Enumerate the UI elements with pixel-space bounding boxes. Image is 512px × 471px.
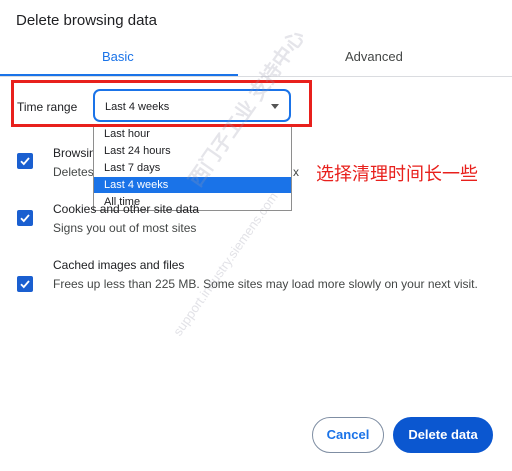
cache-title: Cached images and files: [53, 258, 185, 272]
browsing-history-desc: Deletes history and autocomplete in sear…: [53, 165, 93, 179]
time-range-selected-value: Last 4 weeks: [105, 101, 170, 113]
cancel-button[interactable]: Cancel: [312, 417, 384, 453]
browsing-history-checkbox[interactable]: [17, 153, 33, 169]
dropdown-arrow-icon: [271, 104, 279, 109]
time-range-option-last-hour[interactable]: Last hour: [94, 126, 291, 142]
cache-desc: Frees up less than 225 MB. Some sites ma…: [53, 277, 478, 291]
browsing-history-title: Browsing history: [53, 146, 93, 160]
cache-checkbox[interactable]: [17, 276, 33, 292]
checkmark-icon: [20, 280, 30, 289]
cookies-desc: Signs you out of most sites: [53, 221, 197, 235]
tab-advanced[interactable]: Advanced: [345, 49, 403, 64]
checkmark-icon: [20, 157, 30, 166]
browsing-history-desc-tail: x: [293, 165, 299, 179]
dialog-title: Delete browsing data: [16, 12, 157, 29]
annotation-text: 选择清理时间长一些: [316, 164, 478, 185]
checkmark-icon: [20, 214, 30, 223]
delete-data-button[interactable]: Delete data: [393, 417, 493, 453]
time-range-label: Time range: [17, 100, 78, 114]
cookies-checkbox[interactable]: [17, 210, 33, 226]
tab-basic[interactable]: Basic: [102, 49, 134, 64]
cookies-title: Cookies and other site data: [53, 202, 200, 216]
